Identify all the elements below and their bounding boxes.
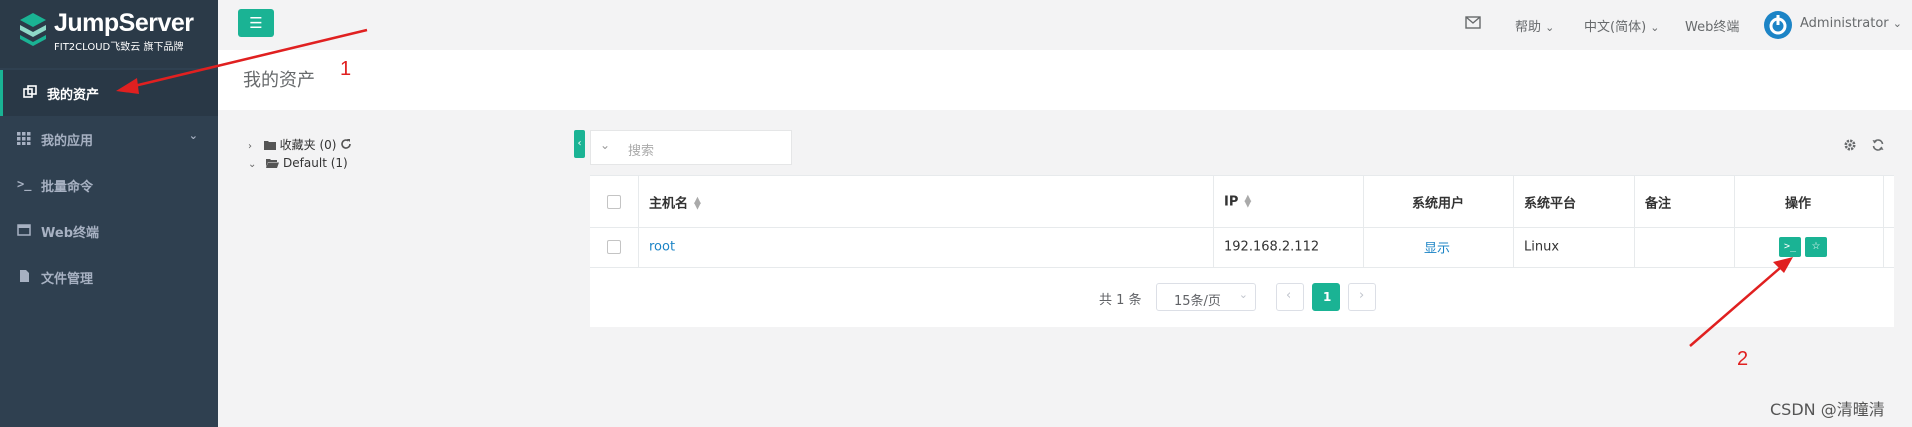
annotation-arrows [116,28,1793,347]
annotation-arrow-1 [129,28,368,89]
annotation-arrowhead-1 [116,78,139,94]
annotation-marker-1: 1 [340,58,352,80]
annotation-marker-2: 2 [1737,348,1749,370]
annotation-arrow-2 [1689,267,1781,347]
watermark: CSDN @清曈清 [1770,400,1885,419]
